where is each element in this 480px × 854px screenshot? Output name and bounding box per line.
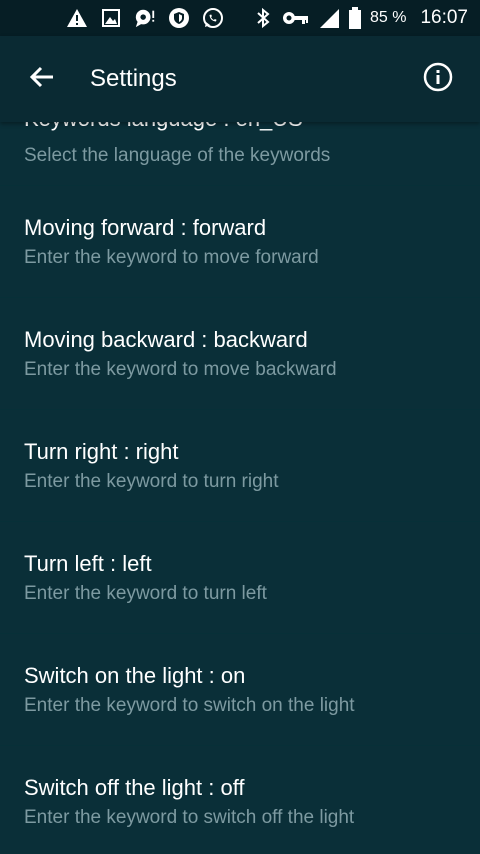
status-left-icons [66, 7, 224, 29]
settings-item-switch-on-light[interactable]: Switch on the light : on Enter the keywo… [0, 634, 480, 746]
status-bar: 85 % 16:07 [0, 0, 480, 36]
signal-icon [318, 7, 340, 29]
chat-alert-icon [134, 7, 156, 29]
settings-item-moving-forward[interactable]: Moving forward : forward Enter the keywo… [0, 186, 480, 298]
whatsapp-icon [202, 7, 224, 29]
key-icon [282, 7, 310, 29]
settings-item-subtitle: Enter the keyword to turn left [24, 582, 267, 604]
page-title: Settings [90, 65, 177, 92]
image-icon [100, 7, 122, 29]
settings-list[interactable]: Keywords language : en_US Select the lan… [0, 122, 480, 854]
settings-item-title: Switch on the light : on [24, 662, 246, 688]
settings-item-title: Turn left : left [24, 550, 152, 576]
settings-item-subtitle: Enter the keyword to switch on the light [24, 694, 355, 716]
settings-item-title: Moving forward : forward [24, 214, 267, 240]
settings-item-keywords-language[interactable]: Keywords language : en_US Select the lan… [0, 122, 480, 186]
settings-item-title: Keywords language : en_US [24, 122, 303, 132]
settings-item-subtitle: Select the language of the keywords [24, 145, 331, 166]
app-bar: Settings [0, 36, 480, 122]
battery-icon [348, 7, 362, 29]
settings-item-turn-left[interactable]: Turn left : left Enter the keyword to tu… [0, 522, 480, 634]
battery-percentage: 85 % [369, 9, 407, 26]
warning-icon [66, 7, 88, 29]
settings-item-title: Switch off the light : off [24, 774, 245, 800]
settings-item-subtitle: Enter the keyword to turn right [24, 470, 279, 492]
shield-icon [168, 7, 190, 29]
info-icon [423, 62, 453, 96]
settings-item-switch-off-light[interactable]: Switch off the light : off Enter the key… [0, 746, 480, 854]
settings-item-turn-right[interactable]: Turn right : right Enter the keyword to … [0, 410, 480, 522]
settings-item-moving-backward[interactable]: Moving backward : backward Enter the key… [0, 298, 480, 410]
settings-item-subtitle: Enter the keyword to switch off the ligh… [24, 806, 355, 828]
info-button[interactable] [422, 62, 454, 96]
settings-item-title: Turn right : right [24, 438, 179, 464]
status-right-icons: 85 % 16:07 [252, 7, 468, 29]
bluetooth-icon [252, 7, 274, 29]
settings-item-subtitle: Enter the keyword to move backward [24, 358, 337, 380]
settings-item-subtitle: Enter the keyword to move forward [24, 246, 319, 268]
arrow-back-icon [29, 65, 55, 93]
clock: 16:07 [420, 7, 468, 28]
back-button[interactable] [28, 65, 56, 93]
settings-item-title: Moving backward : backward [24, 326, 308, 352]
